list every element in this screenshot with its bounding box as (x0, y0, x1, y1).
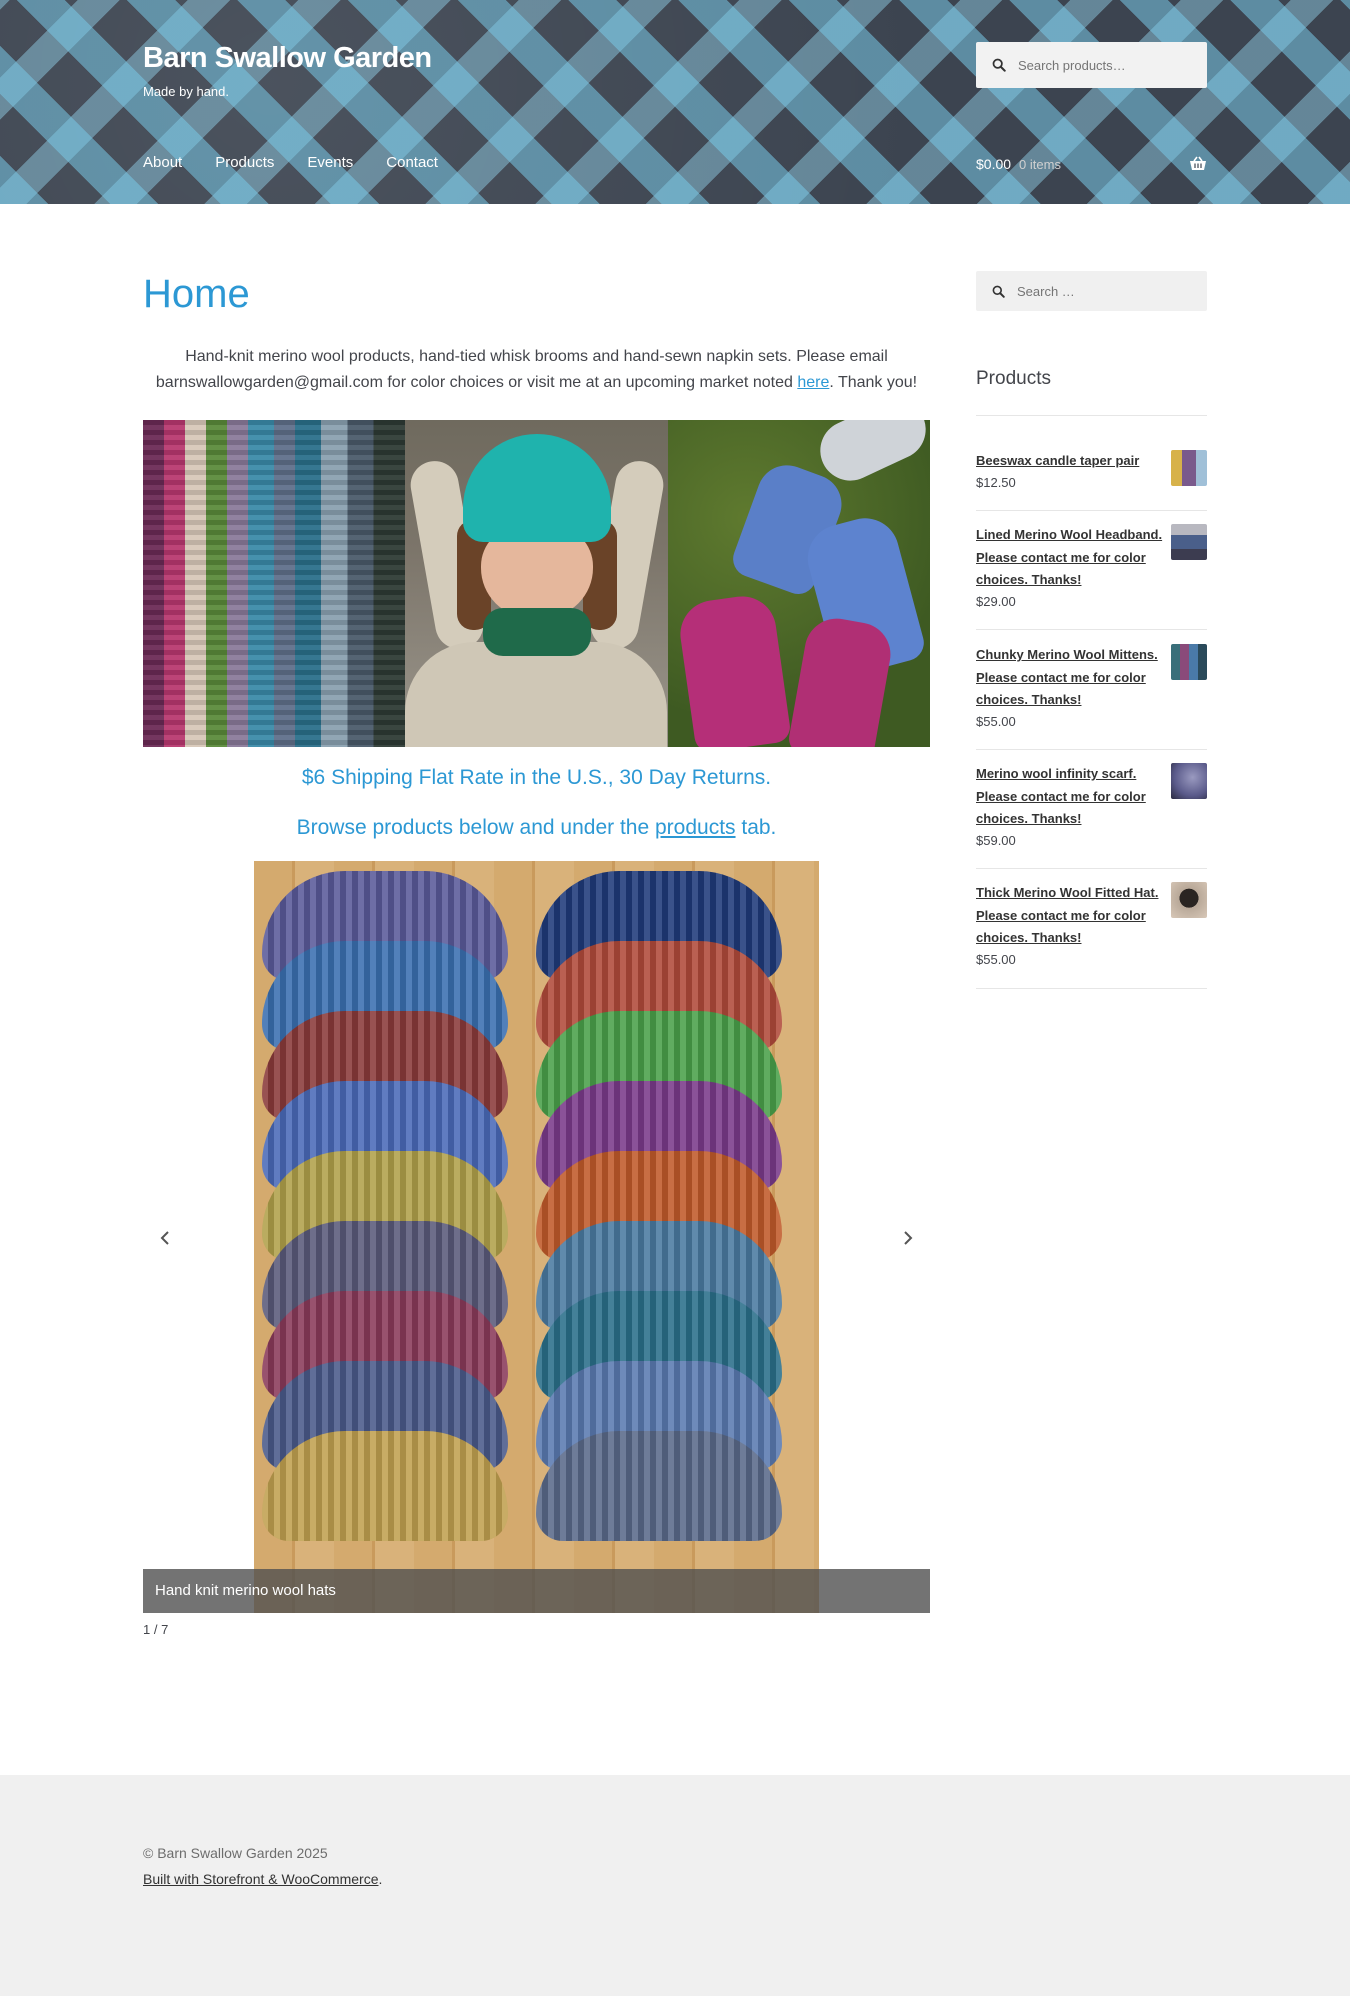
cart-item-count: 0 items (1019, 156, 1061, 172)
divider (976, 415, 1207, 416)
intro-paragraph: Hand-knit merino wool products, hand-tie… (143, 344, 930, 396)
slide-caption: Hand knit merino wool hats (143, 1569, 930, 1613)
product-price: $55.00 (976, 713, 1016, 729)
browse-post: tab. (735, 816, 777, 839)
divider (976, 510, 1207, 511)
divider (976, 868, 1207, 869)
product-thumbnail[interactable] (1171, 882, 1207, 918)
page-title: Home (143, 272, 250, 316)
product-item: Lined Merino Wool Headband. Please conta… (976, 524, 1207, 609)
header-cart[interactable]: $0.00 0 items (976, 154, 1207, 174)
site-search-form (976, 271, 1207, 311)
site-footer: © Barn Swallow Garden 2025 Built with St… (0, 1775, 1350, 1996)
slide-hats-photo (254, 861, 819, 1613)
divider (976, 629, 1207, 630)
sidebar-products-heading: Products (976, 368, 1051, 389)
divider (976, 988, 1207, 989)
image-slider: Hand knit merino wool hats (143, 861, 930, 1613)
events-link[interactable]: here (797, 374, 829, 391)
site-title[interactable]: Barn Swallow Garden (143, 42, 432, 75)
product-link[interactable]: Thick Merino Wool Fitted Hat. Please con… (976, 882, 1166, 950)
site-search-input[interactable] (1017, 283, 1197, 299)
intro-end: . Thank you! (829, 374, 918, 391)
nav-about[interactable]: About (143, 154, 182, 171)
site-tagline: Made by hand. (143, 84, 230, 99)
knit-hat (536, 1431, 782, 1541)
footer-credit: Built with Storefront & WooCommerce. (143, 1871, 382, 1887)
browse-notice: Browse products below and under the prod… (143, 816, 930, 840)
basket-icon (1190, 156, 1206, 170)
product-thumbnail[interactable] (1171, 450, 1207, 486)
divider (976, 749, 1207, 750)
collage-portrait-photo (405, 420, 668, 747)
site-header: Barn Swallow Garden Made by hand. About … (0, 0, 1350, 204)
primary-nav: About Products Events Contact (143, 154, 471, 171)
product-price: $59.00 (976, 832, 1016, 848)
product-price: $55.00 (976, 951, 1016, 967)
collage-hats-photo (143, 420, 406, 747)
shipping-notice: $6 Shipping Flat Rate in the U.S., 30 Da… (301, 766, 772, 789)
product-thumbnail[interactable] (1171, 524, 1207, 560)
product-item: Thick Merino Wool Fitted Hat. Please con… (976, 882, 1207, 967)
product-link[interactable]: Merino wool infinity scarf. Please conta… (976, 763, 1166, 831)
product-item: Chunky Merino Wool Mittens. Please conta… (976, 644, 1207, 729)
intro-text: Hand-knit merino wool products, hand-tie… (155, 348, 888, 391)
knit-hat (262, 1431, 508, 1541)
product-link[interactable]: Beeswax candle taper pair (976, 450, 1166, 473)
search-icon (992, 58, 1006, 72)
cart-total: $0.00 (976, 156, 1012, 172)
products-link[interactable]: products (655, 816, 736, 839)
product-link[interactable]: Chunky Merino Wool Mittens. Please conta… (976, 644, 1166, 712)
product-collage-image (143, 420, 930, 747)
product-search-input[interactable] (1018, 57, 1198, 73)
copyright-text: © Barn Swallow Garden 2025 (143, 1845, 328, 1861)
chevron-left-icon[interactable] (155, 1228, 175, 1248)
product-link[interactable]: Lined Merino Wool Headband. Please conta… (976, 524, 1166, 592)
product-thumbnail[interactable] (1171, 644, 1207, 680)
storefront-credit-link[interactable]: Built with Storefront & WooCommerce (143, 1871, 379, 1887)
credit-end: . (378, 1871, 383, 1887)
product-search-form (976, 42, 1207, 88)
nav-products[interactable]: Products (215, 154, 274, 171)
browse-pre: Browse products below and under the (296, 816, 655, 839)
product-thumbnail[interactable] (1171, 763, 1207, 799)
product-item: Beeswax candle taper pair $12.50 (976, 450, 1207, 490)
chevron-right-icon[interactable] (898, 1228, 918, 1248)
product-item: Merino wool infinity scarf. Please conta… (976, 763, 1207, 848)
nav-contact[interactable]: Contact (386, 154, 438, 171)
slide-counter: 1 / 7 (143, 1622, 169, 1637)
collage-mittens-photo (667, 420, 930, 747)
product-price: $29.00 (976, 593, 1016, 609)
nav-events[interactable]: Events (307, 154, 353, 171)
search-icon (992, 285, 1005, 298)
